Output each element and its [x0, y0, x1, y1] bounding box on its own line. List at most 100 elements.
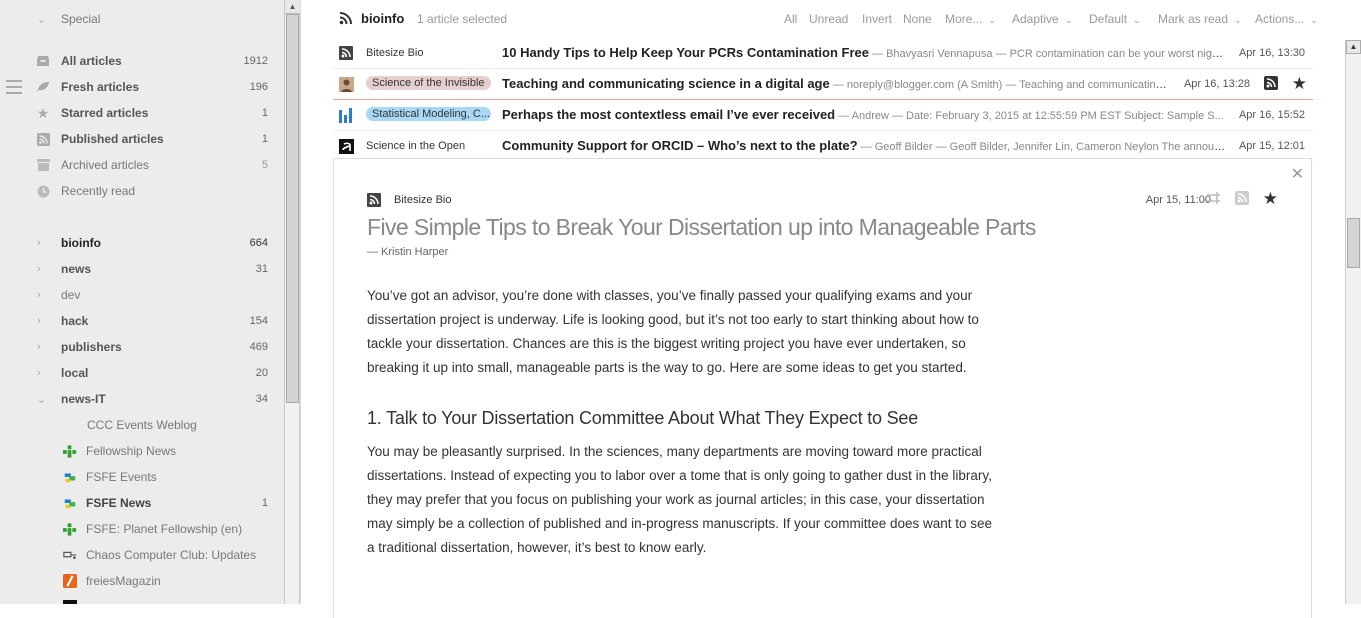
sidebar-item-published-articles[interactable]: Published articles 1	[0, 126, 284, 152]
mark-as-read-dropdown[interactable]: Mark as read ⌄	[1158, 12, 1242, 26]
feed-freiesmagazin[interactable]: freiesMagazin	[0, 568, 284, 594]
feed-fsfe-news[interactable]: FSFE News 1	[0, 490, 284, 516]
rss-feed-icon	[367, 193, 382, 208]
feed-fsfe-events[interactable]: FSFE Events	[0, 464, 284, 490]
scrollbar-thumb[interactable]	[286, 14, 299, 403]
category-hack[interactable]: › hack 154	[0, 308, 284, 334]
scroll-up-arrow-icon[interactable]: ▲	[285, 0, 300, 14]
select-unread-link[interactable]: Unread	[809, 12, 848, 26]
category-publishers[interactable]: › publishers 469	[0, 334, 284, 360]
headline-row[interactable]: Statistical Modeling, C... Perhaps the m…	[333, 100, 1313, 131]
unread-count: 196	[249, 81, 268, 93]
sort-dropdown[interactable]: Default ⌄	[1089, 12, 1141, 26]
headline-title[interactable]: 10 Handy Tips to Help Keep Your PCRs Con…	[502, 43, 1227, 63]
headline-row[interactable]: Bitesize Bio 10 Handy Tips to Help Keep …	[333, 38, 1313, 69]
publish-rss-icon[interactable]	[1264, 76, 1278, 93]
sidebar-item-all-articles[interactable]: All articles 1912	[0, 48, 284, 74]
scrollbar-thumb[interactable]	[1347, 218, 1360, 268]
hamburger-menu-icon[interactable]	[6, 80, 22, 94]
headline-title[interactable]: Teaching and communicating science in a …	[502, 74, 1170, 94]
headline-date: Apr 15, 12:01	[1238, 140, 1305, 152]
category-news[interactable]: › news 31	[0, 256, 284, 282]
fsfe-dots-icon	[63, 444, 77, 458]
headline-title[interactable]: Perhaps the most contextless email I’ve …	[502, 105, 1227, 125]
actions-dropdown[interactable]: Actions... ⌄	[1255, 12, 1318, 26]
feed-label: Chaos Computer Club: Updates	[86, 548, 257, 562]
special-label: Special	[61, 12, 101, 26]
fsfe-logo-icon	[63, 470, 77, 484]
main-scrollbar[interactable]: ▲	[1345, 40, 1361, 604]
select-none-link[interactable]: None	[903, 12, 932, 26]
chevron-down-icon[interactable]: ⌄	[37, 393, 46, 406]
feed-label: FSFE: Planet Fellowship (en)	[86, 522, 243, 536]
chevron-down-icon: ⌄	[1234, 15, 1242, 25]
unread-count: 31	[255, 263, 268, 275]
special-category[interactable]: ⌄ Special	[0, 6, 284, 32]
unread-count: 154	[249, 315, 268, 327]
science-in-open-logo-icon	[339, 139, 354, 154]
category-local[interactable]: › local 20	[0, 360, 284, 386]
tag-icon[interactable]	[1206, 191, 1222, 208]
star-icon[interactable]: ★	[1292, 74, 1307, 94]
feed-next-partial[interactable]	[0, 594, 284, 604]
archive-icon	[36, 54, 50, 68]
select-all-link[interactable]: All	[784, 12, 797, 26]
feed-chaos-computer-club[interactable]: Chaos Computer Club: Updates	[0, 542, 284, 568]
sort-label: Default	[1089, 12, 1128, 26]
publish-rss-icon[interactable]	[1235, 191, 1249, 208]
article-heading: 1. Talk to Your Dissertation Committee A…	[367, 408, 919, 428]
headline-feed-name[interactable]: Bitesize Bio	[366, 47, 423, 59]
view-mode-dropdown[interactable]: Adaptive ⌄	[1012, 12, 1072, 26]
headline-list: Bitesize Bio 10 Handy Tips to Help Keep …	[333, 38, 1313, 162]
chevron-down-icon[interactable]: ⌄	[37, 13, 46, 26]
headline-date: Apr 16, 13:28	[1183, 78, 1250, 90]
scroll-up-arrow-icon[interactable]: ▲	[1346, 40, 1361, 54]
article-pane: ✕ Bitesize Bio Apr 15, 11:00 ★ Five Simp…	[333, 158, 1312, 618]
more-dropdown[interactable]: More... ⌄	[945, 12, 996, 26]
headline-feed-label[interactable]: Statistical Modeling, C...	[366, 107, 491, 121]
category-label: publishers	[61, 340, 122, 354]
headline-title-text: Community Support for ORCID – Who’s next…	[502, 138, 858, 153]
sidebar-scrollbar[interactable]: ▲	[284, 0, 300, 604]
select-invert-link[interactable]: Invert	[862, 12, 892, 26]
chevron-right-icon[interactable]: ›	[37, 341, 41, 353]
headline-title[interactable]: Community Support for ORCID – Who’s next…	[502, 136, 1227, 156]
article-source[interactable]: Bitesize Bio	[394, 194, 451, 206]
toolbar: bioinfo 1 article selected All Unread In…	[301, 0, 1331, 38]
archive-box-icon	[36, 158, 50, 172]
chevron-right-icon[interactable]: ›	[37, 237, 41, 249]
headline-feed-label[interactable]: Science of the Invisible	[366, 76, 491, 90]
sidebar-item-fresh-articles[interactable]: Fresh articles 196	[0, 74, 284, 100]
category-bioinfo[interactable]: › bioinfo 664	[0, 230, 284, 256]
chevron-right-icon[interactable]: ›	[37, 367, 41, 379]
article-paragraph: You may be pleasantly surprised. In the …	[367, 444, 993, 555]
unread-count: 1912	[243, 55, 268, 67]
article-paragraph: You’ve got an advisor, you’re done with …	[367, 288, 979, 375]
category-news-it[interactable]: ⌄ news-IT 34	[0, 386, 284, 412]
sidebar-item-label: Archived articles	[61, 158, 150, 172]
chevron-right-icon[interactable]: ›	[37, 315, 41, 327]
category-dev[interactable]: › dev	[0, 282, 284, 308]
headline-excerpt: — Andrew — Date: February 3, 2015 at 12:…	[835, 110, 1224, 122]
sidebar-item-archived-articles[interactable]: Archived articles 5	[0, 152, 284, 178]
chevron-right-icon[interactable]: ›	[37, 263, 41, 275]
article-title[interactable]: Five Simple Tips to Break Your Dissertat…	[367, 214, 1036, 241]
unread-count: 1	[261, 497, 268, 509]
more-label: More...	[945, 12, 983, 26]
headline-row-selected[interactable]: Science of the Invisible Teaching and co…	[333, 69, 1313, 100]
feed-title: bioinfo	[361, 11, 405, 26]
star-icon[interactable]: ★	[1263, 189, 1278, 209]
feed-fellowship-news[interactable]: Fellowship News	[0, 438, 284, 464]
category-label: local	[61, 366, 89, 380]
feed-fsfe-planet-fellowship[interactable]: FSFE: Planet Fellowship (en)	[0, 516, 284, 542]
sidebar-item-recently-read[interactable]: Recently read	[0, 178, 284, 204]
article-author: — Kristin Harper	[367, 246, 449, 258]
headline-feed-name[interactable]: Science in the Open	[366, 140, 465, 152]
clock-icon	[36, 184, 50, 198]
chevron-right-icon[interactable]: ›	[37, 289, 41, 301]
sidebar-item-starred-articles[interactable]: ★ Starred articles 1	[0, 100, 284, 126]
feed-ccc-events-weblog[interactable]: CCC Events Weblog	[0, 412, 284, 438]
fsfe-logo-icon	[63, 496, 77, 510]
main-pane: bioinfo 1 article selected All Unread In…	[300, 0, 1361, 618]
close-icon[interactable]: ✕	[1291, 164, 1304, 184]
